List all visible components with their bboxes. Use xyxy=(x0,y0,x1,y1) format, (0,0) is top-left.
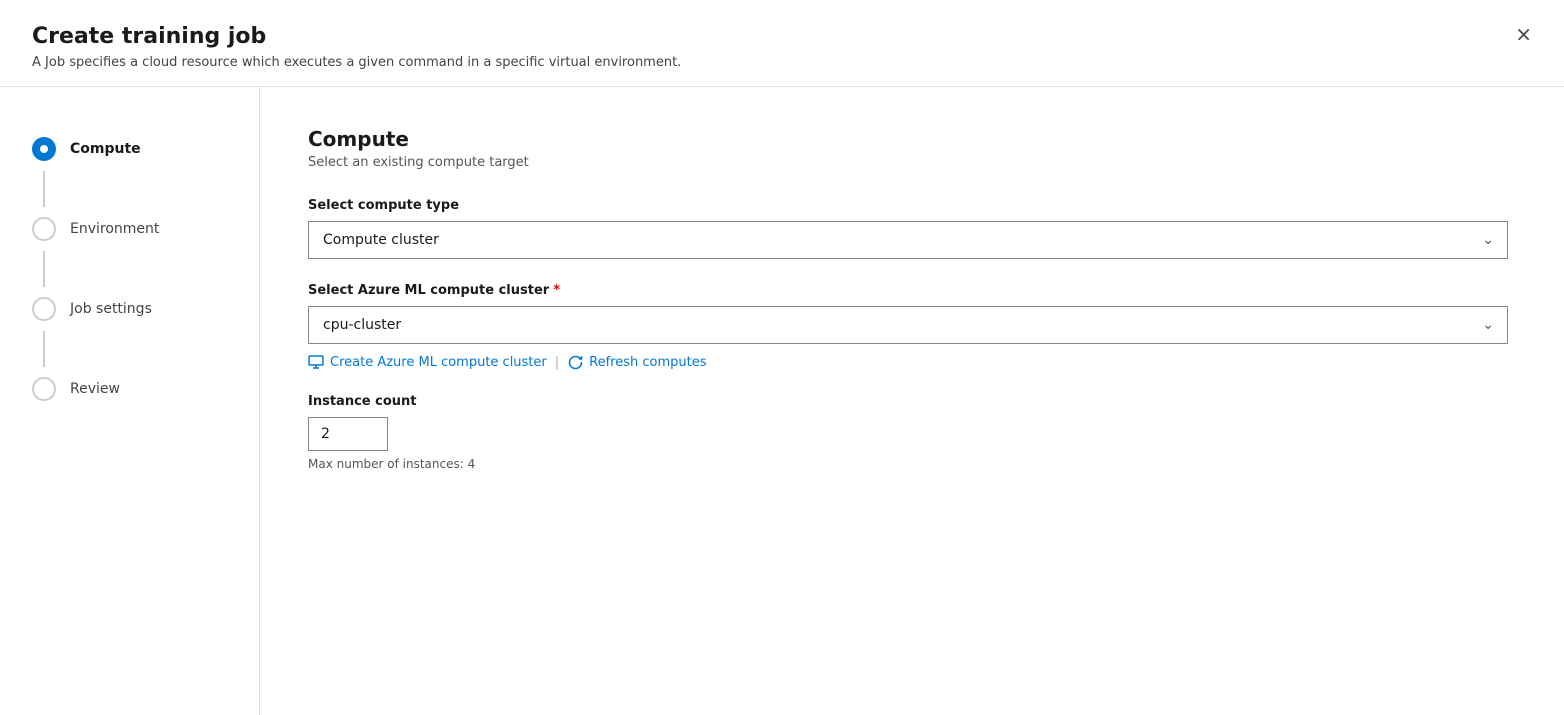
required-star: * xyxy=(553,283,560,298)
step-label-job-settings: Job settings xyxy=(70,301,152,317)
compute-type-label: Select compute type xyxy=(308,198,1516,213)
step-connector-2 xyxy=(43,251,45,287)
step-item-environment[interactable]: Environment xyxy=(32,207,227,251)
step-label-compute: Compute xyxy=(70,141,141,157)
step-circle-compute xyxy=(32,137,56,161)
compute-type-field-group: Select compute type Compute cluster Comp… xyxy=(308,198,1516,259)
step-connector-3 xyxy=(43,331,45,367)
step-item-job-settings[interactable]: Job settings xyxy=(32,287,227,331)
step-circle-environment xyxy=(32,217,56,241)
section-title: Compute xyxy=(308,127,1516,151)
create-cluster-link[interactable]: Create Azure ML compute cluster xyxy=(308,354,547,370)
links-row: Create Azure ML compute cluster | Refres… xyxy=(308,354,1516,370)
compute-type-select-wrapper: Compute cluster Compute instance Serverl… xyxy=(308,221,1508,259)
create-training-job-dialog: Create training job A Job specifies a cl… xyxy=(0,0,1564,715)
close-button[interactable]: × xyxy=(1511,20,1536,48)
compute-cluster-label: Select Azure ML compute cluster * xyxy=(308,283,1516,298)
compute-cluster-select[interactable]: cpu-cluster xyxy=(308,306,1508,344)
step-item-compute[interactable]: Compute xyxy=(32,127,227,171)
step-label-review: Review xyxy=(70,381,120,397)
steps-sidebar: Compute Environment Job settings Review xyxy=(0,87,260,715)
step-item-review[interactable]: Review xyxy=(32,367,227,411)
section-subtitle: Select an existing compute target xyxy=(308,155,1516,170)
instance-count-field-group: Instance count Max number of instances: … xyxy=(308,394,1516,471)
dialog-title: Create training job xyxy=(32,24,1532,49)
link-separator: | xyxy=(555,355,559,370)
instance-count-hint: Max number of instances: 4 xyxy=(308,457,1516,471)
monitor-icon xyxy=(308,354,324,370)
compute-cluster-field-group: Select Azure ML compute cluster * cpu-cl… xyxy=(308,283,1516,370)
refresh-icon xyxy=(567,354,583,370)
compute-type-select[interactable]: Compute cluster Compute instance Serverl… xyxy=(308,221,1508,259)
instance-count-input[interactable] xyxy=(308,417,388,451)
step-connector-1 xyxy=(43,171,45,207)
instance-count-label: Instance count xyxy=(308,394,1516,409)
step-circle-review xyxy=(32,377,56,401)
dialog-header: Create training job A Job specifies a cl… xyxy=(0,0,1564,87)
main-content: Compute Select an existing compute targe… xyxy=(260,87,1564,715)
compute-cluster-select-wrapper: cpu-cluster ⌄ xyxy=(308,306,1508,344)
dialog-body: Compute Environment Job settings Review xyxy=(0,87,1564,715)
refresh-computes-link[interactable]: Refresh computes xyxy=(567,354,706,370)
dialog-subtitle: A Job specifies a cloud resource which e… xyxy=(32,55,1532,70)
instance-count-wrapper xyxy=(308,417,388,451)
step-circle-job-settings xyxy=(32,297,56,321)
step-label-environment: Environment xyxy=(70,221,159,237)
